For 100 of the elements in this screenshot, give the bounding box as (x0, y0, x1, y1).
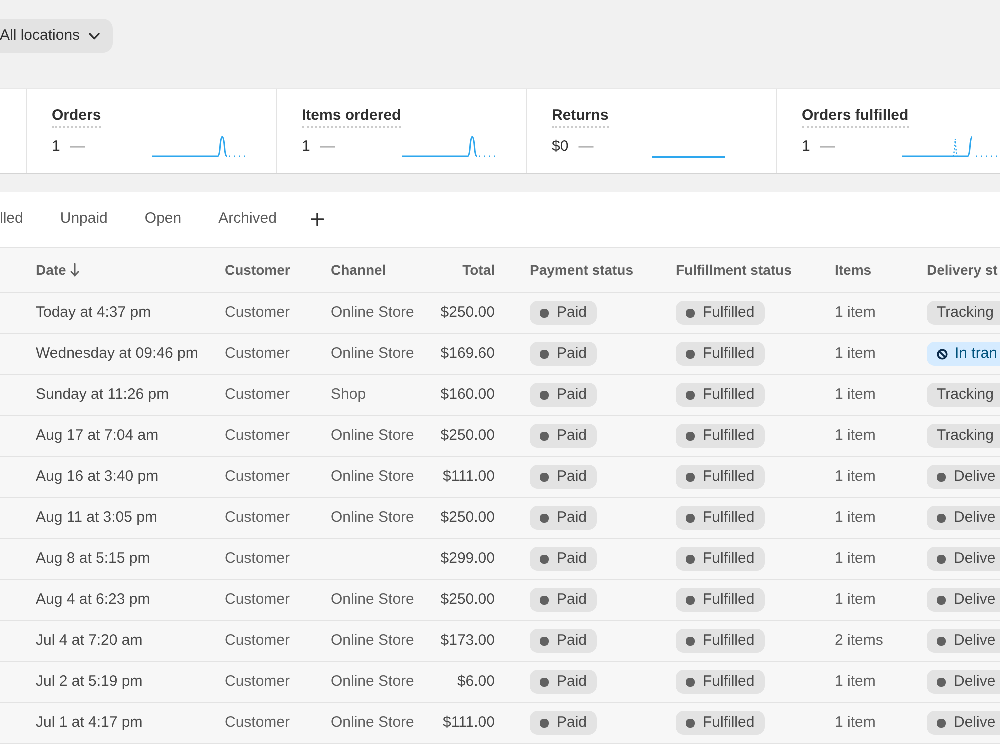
item-count: 1 item (835, 304, 876, 321)
sales-channel: Online Store (331, 632, 414, 649)
table-row[interactable]: Sunday at 11:26 pm Customer Shop $160.00 Paid Fulfilled 1 item Tracking (0, 375, 1000, 416)
table-row[interactable]: Wednesday at 09:46 pm Customer Online Store $169.60 Paid Fulfilled 1 item In tran (0, 334, 1000, 375)
status-text: Delive (954, 548, 996, 569)
status-text: Delive (954, 672, 996, 692)
order-date: Aug 16 at 3:40 pm (36, 468, 159, 485)
order-total: $250.00 (440, 508, 495, 528)
sales-channel: Online Store (331, 714, 414, 731)
item-count: 1 item (835, 714, 876, 731)
status-badge: Tracking (927, 383, 1000, 407)
status-text: In tran (955, 344, 998, 364)
status-text: Delive (954, 630, 996, 651)
table-row[interactable]: Jul 1 at 4:17 pm Customer Online Store $111.00 Paid Fulfilled 1 item Delive (0, 703, 1000, 744)
table-row[interactable]: Aug 11 at 3:05 pm Customer Online Store $250.00 Paid Fulfilled 1 item Delive (0, 498, 1000, 539)
item-count: 1 item (835, 344, 876, 362)
table-row[interactable]: Today at 4:37 pm Customer Online Store $250.00 Paid Fulfilled 1 item Tracking (0, 293, 1000, 334)
item-count: 1 item (835, 386, 876, 403)
customer-name: Customer (225, 672, 290, 690)
status-text: Delive (954, 590, 996, 610)
metric-label: Returns (552, 106, 609, 128)
metric-change: — (70, 136, 86, 157)
status-text: Delive (954, 466, 996, 487)
column-header: Payment status (530, 260, 634, 280)
customer-name: Customer (225, 550, 290, 567)
order-total: $299.00 (440, 548, 495, 569)
table-row[interactable]: Jul 4 at 7:20 am Customer Online Store $173.00 Paid Fulfilled 2 items Delive (0, 621, 1000, 662)
chevron-down-icon (89, 32, 100, 40)
column-header[interactable]: Date (36, 260, 80, 280)
customer-name: Customer (225, 632, 290, 649)
table-row[interactable]: Aug 4 at 6:23 pm Customer Online Store $250.00 Paid Fulfilled 1 item Delive (0, 580, 1000, 621)
status-text: Paid (557, 590, 588, 610)
status-text: Fulfilled (703, 672, 755, 692)
item-count: 2 items (835, 632, 884, 649)
order-total: $111.00 (443, 712, 495, 733)
status-text: Fulfilled (703, 590, 755, 610)
circle-slash-icon (937, 348, 948, 360)
status-badge: Tracking (927, 301, 1000, 325)
table-row[interactable]: Aug 16 at 3:40 pm Customer Online Store $111.00 Paid Fulfilled 1 item Delive (0, 457, 1000, 498)
order-total: $6.00 (457, 672, 495, 692)
sales-channel: Online Store (331, 508, 414, 526)
metric-value: 1 (302, 136, 310, 157)
order-date: Aug 8 at 5:15 pm (36, 550, 150, 567)
status-text: Delive (954, 508, 996, 528)
order-date: Jul 4 at 7:20 am (36, 632, 143, 649)
order-date: Wednesday at 09:46 pm (36, 344, 198, 362)
order-total: $173.00 (440, 630, 495, 651)
status-text: Delive (954, 712, 996, 733)
status-text: Paid (557, 548, 588, 569)
order-total: $169.60 (440, 344, 495, 364)
sales-channel: Online Store (331, 590, 414, 608)
customer-name: Customer (225, 386, 290, 403)
order-date: Jul 1 at 4:17 pm (36, 714, 143, 731)
status-text: Fulfilled (703, 508, 755, 528)
metric-value: $0 (552, 136, 569, 157)
status-text: Fulfilled (703, 466, 755, 487)
customer-name: Customer (225, 508, 290, 526)
status-text: Fulfilled (703, 548, 755, 569)
sales-channel: Shop (331, 386, 366, 403)
table-row[interactable]: Aug 8 at 5:15 pm Customer $299.00 Paid Fulfilled 1 item Delive (0, 539, 1000, 580)
status-text: Paid (557, 466, 588, 487)
item-count: 1 item (835, 550, 876, 567)
status-text: Fulfilled (703, 384, 755, 405)
plus-icon (310, 213, 324, 226)
metric-label: Orders fulfilled (802, 106, 909, 128)
sales-channel: Online Store (331, 468, 414, 485)
column-header: Fulfillment status (676, 260, 792, 280)
filter-tab[interactable]: Unpaid (48, 204, 120, 234)
status-text: Paid (557, 384, 588, 405)
location-dropdown[interactable]: All locations (0, 19, 114, 53)
order-date: Aug 4 at 6:23 pm (36, 590, 150, 608)
customer-name: Customer (225, 304, 290, 321)
status-text: Fulfilled (703, 344, 755, 364)
order-total: $111.00 (443, 466, 495, 487)
metric-label: Items ordered (302, 106, 402, 128)
customer-name: Customer (225, 426, 290, 444)
filter-tab[interactable]: Archived (206, 204, 289, 234)
item-count: 1 item (835, 468, 876, 485)
customer-name: Customer (225, 468, 290, 485)
table-row[interactable]: Jul 2 at 5:19 pm Customer Online Store $6.00 Paid Fulfilled 1 item Delive (0, 662, 1000, 703)
item-count: 1 item (835, 590, 876, 608)
order-total: $160.00 (440, 384, 495, 405)
item-count: 1 item (835, 426, 876, 444)
customer-name: Customer (225, 714, 290, 731)
filter-tab[interactable]: Open (132, 204, 194, 234)
status-text: Paid (557, 672, 588, 692)
filter-tab[interactable]: lled (0, 204, 36, 234)
status-text: Fulfilled (703, 302, 755, 323)
order-total: $250.00 (440, 426, 495, 446)
status-text: Fulfilled (703, 712, 755, 733)
column-header: Total (462, 260, 495, 280)
item-count: 1 item (835, 508, 876, 526)
table-row[interactable]: Aug 17 at 7:04 am Customer Online Store $250.00 Paid Fulfilled 1 item Tracking (0, 416, 1000, 457)
metric-change: — (820, 136, 836, 157)
item-count: 1 item (835, 672, 876, 690)
order-date: Aug 11 at 3:05 pm (36, 508, 158, 526)
order-total: $250.00 (440, 590, 495, 610)
status-text: Paid (557, 508, 588, 528)
metric-change: — (578, 136, 594, 157)
order-date: Sunday at 11:26 pm (36, 386, 170, 403)
